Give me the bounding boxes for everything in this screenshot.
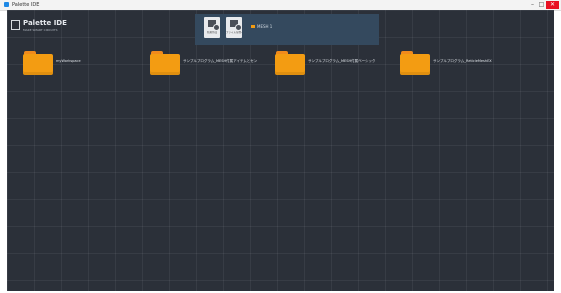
open-file-label: ファイルを開く: [226, 31, 242, 34]
new-file-icon: [208, 20, 220, 31]
folder-icon: [23, 51, 53, 75]
close-button[interactable]: ✕: [546, 1, 559, 9]
connection-status-icon: [251, 25, 255, 28]
folder-item[interactable]: サンプルプログラム_ReticleMeshEX: [400, 51, 550, 79]
folder-item[interactable]: myWorkspace: [23, 51, 143, 79]
top-toolbar: 新規作成 ファイルを開く MESH 1: [195, 14, 379, 45]
new-project-label: 新規作成: [206, 31, 217, 34]
folder-label: myWorkspace: [56, 59, 81, 63]
workspace-area: Palette IDE MAKE SMART CIRCUITS 新規作成 ファイ…: [7, 10, 554, 291]
folder-label: サンプルプログラム_MESH付属ベーシック: [308, 59, 376, 63]
folder-item[interactable]: サンプルプログラム_MESH付属ベーシック: [275, 51, 400, 79]
folder-icon: [150, 51, 180, 75]
maximize-button[interactable]: □: [537, 1, 546, 9]
folder-item[interactable]: サンプルプログラム_MESH付属アイテムとセン: [150, 51, 270, 79]
connection-status[interactable]: MESH 1: [257, 23, 272, 30]
app-subtitle: MAKE SMART CIRCUITS: [23, 28, 58, 32]
app-name: Palette IDE: [23, 19, 67, 27]
app-icon: [4, 2, 9, 7]
app-logo: Palette IDE MAKE SMART CIRCUITS: [11, 19, 67, 34]
folder-label: サンプルプログラム_MESH付属アイテムとセン: [183, 59, 258, 63]
new-project-button[interactable]: 新規作成: [204, 17, 220, 38]
palette-logo-icon: [11, 20, 20, 30]
minimize-button[interactable]: –: [528, 1, 537, 9]
folder-label: サンプルプログラム_ReticleMeshEX: [433, 59, 492, 63]
window-title: Palette IDE: [12, 2, 40, 8]
folder-icon: [275, 51, 305, 75]
folder-icon: [400, 51, 430, 75]
open-file-button[interactable]: ファイルを開く: [226, 17, 242, 38]
open-file-icon: [230, 20, 242, 31]
